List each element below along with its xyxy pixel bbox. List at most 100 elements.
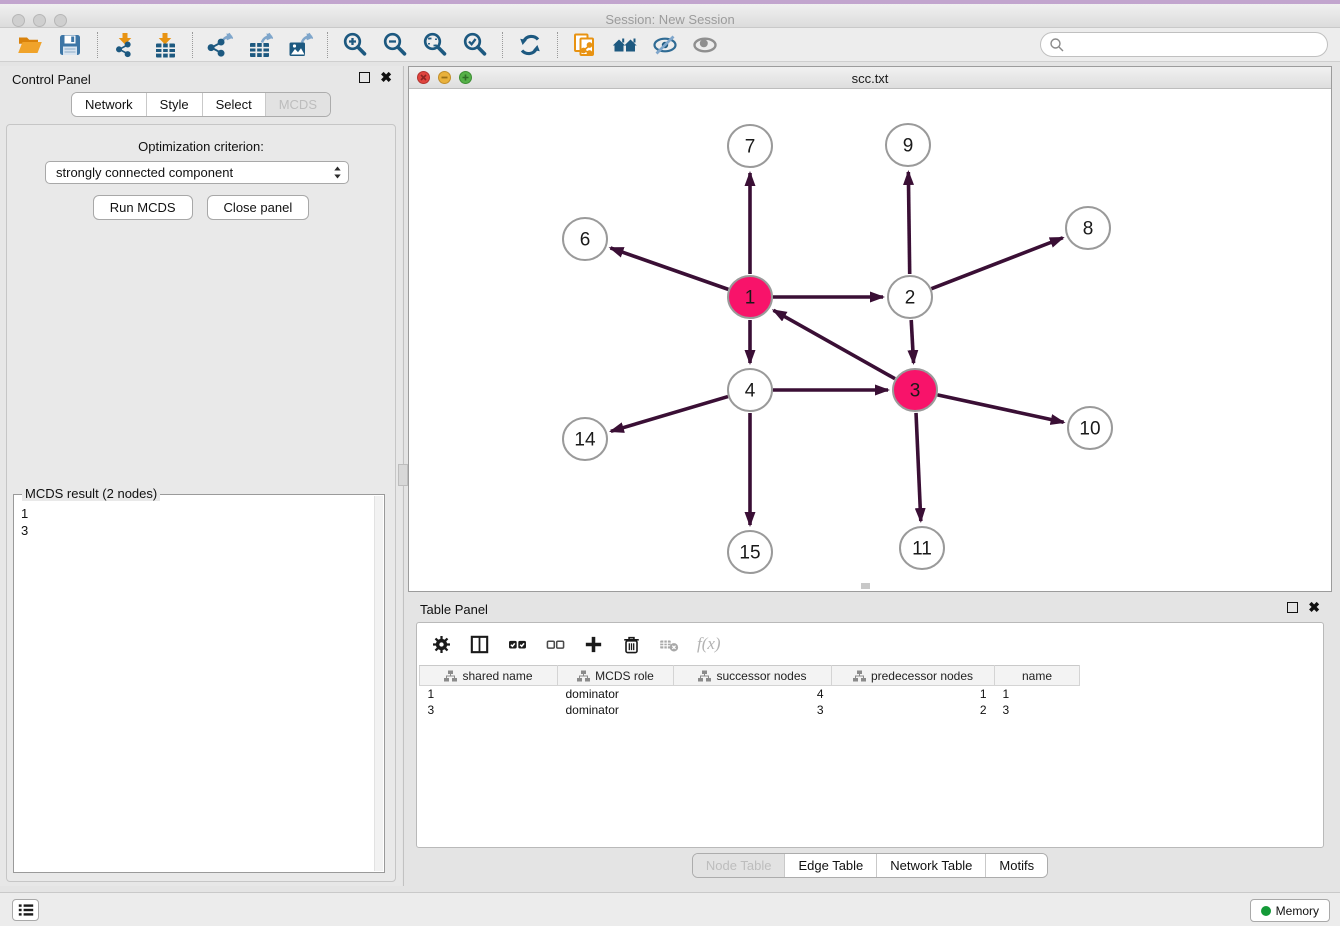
close-panel-icon[interactable]: ✖: [380, 72, 392, 83]
table-cell[interactable]: 1: [832, 686, 995, 702]
column-header-predecessor-nodes[interactable]: predecessor nodes: [832, 666, 995, 686]
tab-edge-table[interactable]: Edge Table: [785, 854, 877, 877]
graph-node-4[interactable]: 4: [728, 369, 772, 411]
table-cell[interactable]: 4: [674, 686, 832, 702]
window-title: Session: New Session: [0, 12, 1340, 27]
duplicate-network-button[interactable]: [565, 30, 605, 60]
search-input[interactable]: [1065, 35, 1327, 55]
network-window-titlebar[interactable]: scc.txt: [409, 67, 1331, 89]
table-cell[interactable]: 1: [420, 686, 558, 702]
table-panel: Table Panel ✖ f(x) shared name MCDS role…: [408, 596, 1332, 886]
export-image-button[interactable]: [280, 30, 320, 60]
hide-eye-button[interactable]: [645, 30, 685, 60]
column-header-name[interactable]: name: [995, 666, 1080, 686]
edge-4-14[interactable]: [611, 397, 728, 432]
mcds-tab-content: Optimization criterion: strongly connect…: [6, 124, 396, 882]
zoom-fit-button[interactable]: [415, 30, 455, 60]
show-eye-button[interactable]: [685, 30, 725, 60]
add-row-button[interactable]: [583, 634, 604, 655]
refresh-icon: [517, 32, 543, 58]
close-table-panel-icon[interactable]: ✖: [1308, 602, 1320, 613]
settings-gear-button[interactable]: [431, 634, 452, 655]
graph-node-15[interactable]: 15: [728, 531, 772, 573]
table-cell[interactable]: dominator: [558, 702, 674, 718]
save-button[interactable]: [50, 30, 90, 60]
close-panel-button[interactable]: Close panel: [207, 195, 310, 220]
select-all-icon: [507, 634, 528, 655]
column-attr-icon: [698, 670, 711, 682]
function-fx-icon: f(x): [697, 634, 721, 654]
delete-row-button[interactable]: [621, 634, 642, 655]
float-panel-icon[interactable]: [359, 72, 370, 83]
result-scrollbar[interactable]: [374, 496, 383, 871]
graph-node-14[interactable]: 14: [563, 418, 607, 460]
optimization-criterion-select[interactable]: strongly connected component: [45, 161, 349, 184]
import-table-icon: [152, 32, 178, 58]
table-cell[interactable]: 3: [674, 702, 832, 718]
column-attr-icon: [577, 670, 590, 682]
tab-network-table[interactable]: Network Table: [877, 854, 986, 877]
edge-3-10[interactable]: [937, 395, 1063, 422]
task-history-button[interactable]: [12, 899, 39, 921]
tab-select[interactable]: Select: [203, 93, 266, 116]
graph-node-8[interactable]: 8: [1066, 207, 1110, 249]
control-panel-tabs: NetworkStyleSelectMCDS: [71, 92, 331, 117]
import-table-button[interactable]: [145, 30, 185, 60]
graph-node-1[interactable]: 1: [728, 276, 772, 318]
toolbar-separator: [192, 32, 193, 58]
column-label: MCDS role: [595, 669, 654, 683]
edge-3-1[interactable]: [774, 310, 895, 378]
mcds-result-box[interactable]: MCDS result (2 nodes) 1 3: [13, 494, 385, 873]
zoom-in-button[interactable]: [335, 30, 375, 60]
column-header-successor-nodes[interactable]: successor nodes: [674, 666, 832, 686]
network-canvas[interactable]: 7 9 6 8 1 2 4 3 14 10 15 11: [409, 89, 1331, 591]
column-header-MCDS-role[interactable]: MCDS role: [558, 666, 674, 686]
search-box[interactable]: [1040, 32, 1328, 57]
edge-3-11[interactable]: [916, 413, 921, 521]
table-cell[interactable]: 3: [420, 702, 558, 718]
tab-mcds[interactable]: MCDS: [266, 93, 330, 116]
graph-node-9[interactable]: 9: [886, 124, 930, 166]
columns-button[interactable]: [469, 634, 490, 655]
run-mcds-button[interactable]: Run MCDS: [93, 195, 193, 220]
edge-2-9[interactable]: [908, 172, 909, 274]
clear-selection-button[interactable]: [545, 634, 566, 655]
open-folder-button[interactable]: [10, 30, 50, 60]
home-button[interactable]: [605, 30, 645, 60]
memory-button[interactable]: Memory: [1250, 899, 1330, 922]
tab-style[interactable]: Style: [147, 93, 203, 116]
zoom-selected-button[interactable]: [455, 30, 495, 60]
zoom-out-button[interactable]: [375, 30, 415, 60]
graph-node-11[interactable]: 11: [900, 527, 944, 569]
graph-node-10[interactable]: 10: [1068, 407, 1112, 449]
canvas-scroll-handle[interactable]: [861, 583, 870, 589]
tab-node-table[interactable]: Node Table: [693, 854, 786, 877]
refresh-button[interactable]: [510, 30, 550, 60]
graph-node-2[interactable]: 2: [888, 276, 932, 318]
graph-node-6[interactable]: 6: [563, 218, 607, 260]
column-label: successor nodes: [716, 669, 806, 683]
export-network-button[interactable]: [200, 30, 240, 60]
import-network-button[interactable]: [105, 30, 145, 60]
columns-icon: [469, 634, 490, 655]
edge-2-8[interactable]: [931, 238, 1062, 289]
export-table-button[interactable]: [240, 30, 280, 60]
edge-1-6[interactable]: [610, 248, 728, 289]
application-window: Session: New Session Control Panel: [0, 0, 1340, 926]
float-table-panel-icon[interactable]: [1287, 602, 1298, 613]
splitter-handle[interactable]: [398, 464, 408, 486]
select-all-button[interactable]: [507, 634, 528, 655]
column-header-shared-name[interactable]: shared name: [420, 666, 558, 686]
tab-motifs[interactable]: Motifs: [986, 854, 1047, 877]
edge-2-3[interactable]: [911, 320, 913, 363]
table-cell[interactable]: 2: [832, 702, 995, 718]
control-panel-title: Control Panel: [12, 72, 91, 87]
graph-node-7[interactable]: 7: [728, 125, 772, 167]
tab-network[interactable]: Network: [72, 93, 147, 116]
table-panel-title: Table Panel: [420, 602, 488, 617]
table-cell[interactable]: 3: [995, 702, 1080, 718]
duplicate-network-icon: [572, 32, 598, 58]
table-cell[interactable]: 1: [995, 686, 1080, 702]
table-cell[interactable]: dominator: [558, 686, 674, 702]
graph-node-3[interactable]: 3: [893, 369, 937, 411]
